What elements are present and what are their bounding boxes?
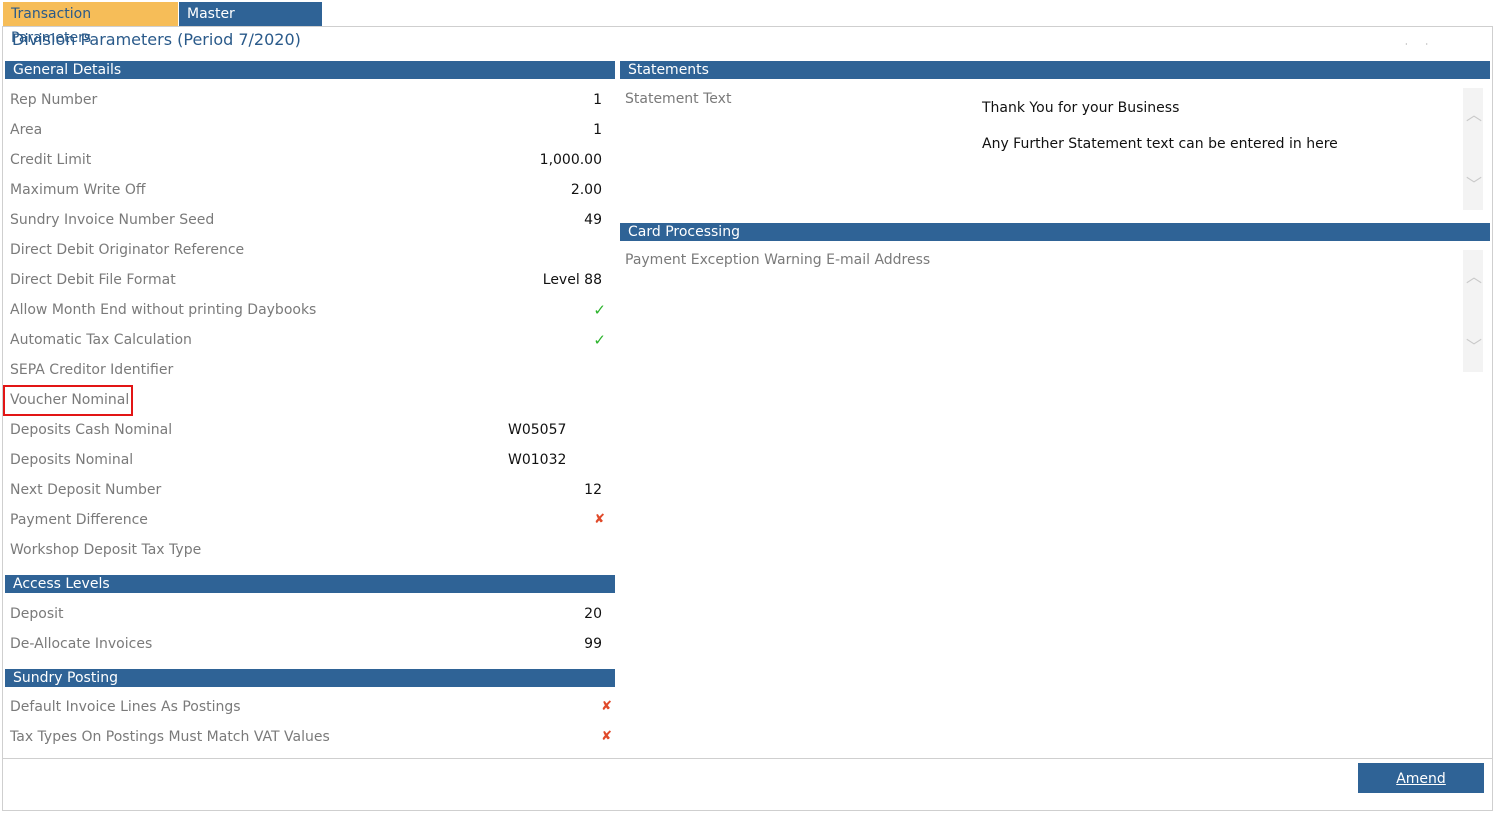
- highlight-box: [3, 385, 133, 416]
- window-dots-icon: ··: [1405, 40, 1447, 49]
- maximum-write-off-value: 2.00: [570, 182, 602, 198]
- statement-line-1: Thank You for your Business: [982, 100, 1180, 116]
- cross-icon: ✘: [601, 699, 612, 714]
- sundry-posting-header: Sundry Posting: [5, 669, 615, 687]
- next-deposit-number-value: 12: [584, 482, 602, 498]
- row-credit-limit[interactable]: Credit Limit 1,000.00: [10, 145, 610, 175]
- amend-button[interactable]: Amend: [1358, 763, 1484, 793]
- deposits-nominal-value: W01032: [508, 452, 567, 468]
- statements-header: Statements: [620, 61, 1490, 79]
- deallocate-invoices-label: De-Allocate Invoices: [10, 636, 153, 652]
- workshop-deposit-tax-label: Workshop Deposit Tax Type: [10, 542, 202, 558]
- row-area[interactable]: Area 1: [10, 115, 610, 145]
- statement-text-area[interactable]: Thank You for your Business Any Further …: [982, 90, 1338, 162]
- row-deposits-nominal[interactable]: Deposits Nominal W01032: [10, 445, 610, 475]
- deposits-cash-nominal-value: W05057: [508, 422, 567, 438]
- row-deposits-cash-nominal[interactable]: Deposits Cash Nominal W05057: [10, 415, 610, 445]
- row-automatic-tax[interactable]: Automatic Tax Calculation ✓: [10, 325, 610, 355]
- chevron-up-icon[interactable]: ︿: [1466, 269, 1482, 285]
- check-icon: ✓: [593, 331, 606, 349]
- statement-text-label: Statement Text: [625, 91, 732, 107]
- statement-line-2: Any Further Statement text can be entere…: [982, 136, 1338, 152]
- deposit-access-label: Deposit: [10, 606, 64, 622]
- rep-number-label: Rep Number: [10, 92, 98, 108]
- area-label: Area: [10, 122, 43, 138]
- row-sepa-creditor[interactable]: SEPA Creditor Identifier: [10, 355, 610, 385]
- footer-divider: [3, 758, 1492, 759]
- deallocate-invoices-value: 99: [584, 636, 602, 652]
- credit-limit-value: 1,000.00: [539, 152, 602, 168]
- dd-file-format-label: Direct Debit File Format: [10, 272, 176, 288]
- row-rep-number[interactable]: Rep Number 1: [10, 85, 610, 115]
- next-deposit-number-label: Next Deposit Number: [10, 482, 162, 498]
- cross-icon: ✘: [594, 512, 605, 527]
- area-value: 1: [593, 122, 602, 138]
- cross-icon: ✘: [601, 729, 612, 744]
- row-payment-difference[interactable]: Payment Difference ✘: [10, 505, 610, 535]
- row-workshop-deposit-tax[interactable]: Workshop Deposit Tax Type: [10, 535, 610, 565]
- tab-master-parameters[interactable]: Master Parameters: [179, 2, 322, 46]
- sundry-invoice-seed-label: Sundry Invoice Number Seed: [10, 212, 215, 228]
- page-title: Division Parameters (Period 7/2020): [12, 30, 301, 49]
- sundry-invoice-seed-value: 49: [584, 212, 602, 228]
- row-next-deposit-number[interactable]: Next Deposit Number 12: [10, 475, 610, 505]
- dd-file-format-value: Level 88: [542, 272, 602, 288]
- rep-number-value: 1: [593, 92, 602, 108]
- tax-types-match-label: Tax Types On Postings Must Match VAT Val…: [10, 729, 330, 745]
- deposits-nominal-label: Deposits Nominal: [10, 452, 134, 468]
- tab-transaction-parameters[interactable]: Transaction Parameters: [3, 2, 178, 46]
- credit-limit-label: Credit Limit: [10, 152, 92, 168]
- chevron-down-icon[interactable]: ﹀: [1466, 339, 1482, 355]
- deposits-cash-nominal-label: Deposits Cash Nominal: [10, 422, 173, 438]
- access-levels-header: Access Levels: [5, 575, 615, 593]
- maximum-write-off-label: Maximum Write Off: [10, 182, 146, 198]
- allow-month-end-label: Allow Month End without printing Daybook…: [10, 302, 317, 318]
- row-deposit-access[interactable]: Deposit 20: [10, 599, 610, 629]
- row-tax-types-match[interactable]: Tax Types On Postings Must Match VAT Val…: [10, 722, 612, 752]
- automatic-tax-label: Automatic Tax Calculation: [10, 332, 192, 348]
- row-sundry-invoice-seed[interactable]: Sundry Invoice Number Seed 49: [10, 205, 610, 235]
- dd-originator-ref-label: Direct Debit Originator Reference: [10, 242, 245, 258]
- card-scrollbar[interactable]: ︿ ﹀: [1463, 250, 1483, 372]
- default-invoice-lines-label: Default Invoice Lines As Postings: [10, 699, 241, 715]
- general-details-header: General Details: [5, 61, 615, 79]
- check-icon: ✓: [593, 301, 606, 319]
- statement-scrollbar[interactable]: ︿ ﹀: [1463, 88, 1483, 210]
- row-dd-originator-ref[interactable]: Direct Debit Originator Reference: [10, 235, 610, 265]
- sepa-creditor-label: SEPA Creditor Identifier: [10, 362, 174, 378]
- row-maximum-write-off[interactable]: Maximum Write Off 2.00: [10, 175, 610, 205]
- deposit-access-value: 20: [584, 606, 602, 622]
- payment-exception-email-label: Payment Exception Warning E-mail Address: [625, 252, 931, 268]
- tab-bar: Transaction Parameters Master Parameters: [3, 2, 322, 46]
- card-processing-header: Card Processing: [620, 223, 1490, 241]
- row-default-invoice-lines[interactable]: Default Invoice Lines As Postings ✘: [10, 692, 612, 722]
- chevron-down-icon[interactable]: ﹀: [1466, 177, 1482, 193]
- row-allow-month-end[interactable]: Allow Month End without printing Daybook…: [10, 295, 610, 325]
- row-deallocate-invoices[interactable]: De-Allocate Invoices 99: [10, 629, 610, 659]
- chevron-up-icon[interactable]: ︿: [1466, 107, 1482, 123]
- row-dd-file-format[interactable]: Direct Debit File Format Level 88: [10, 265, 610, 295]
- payment-difference-label: Payment Difference: [10, 512, 148, 528]
